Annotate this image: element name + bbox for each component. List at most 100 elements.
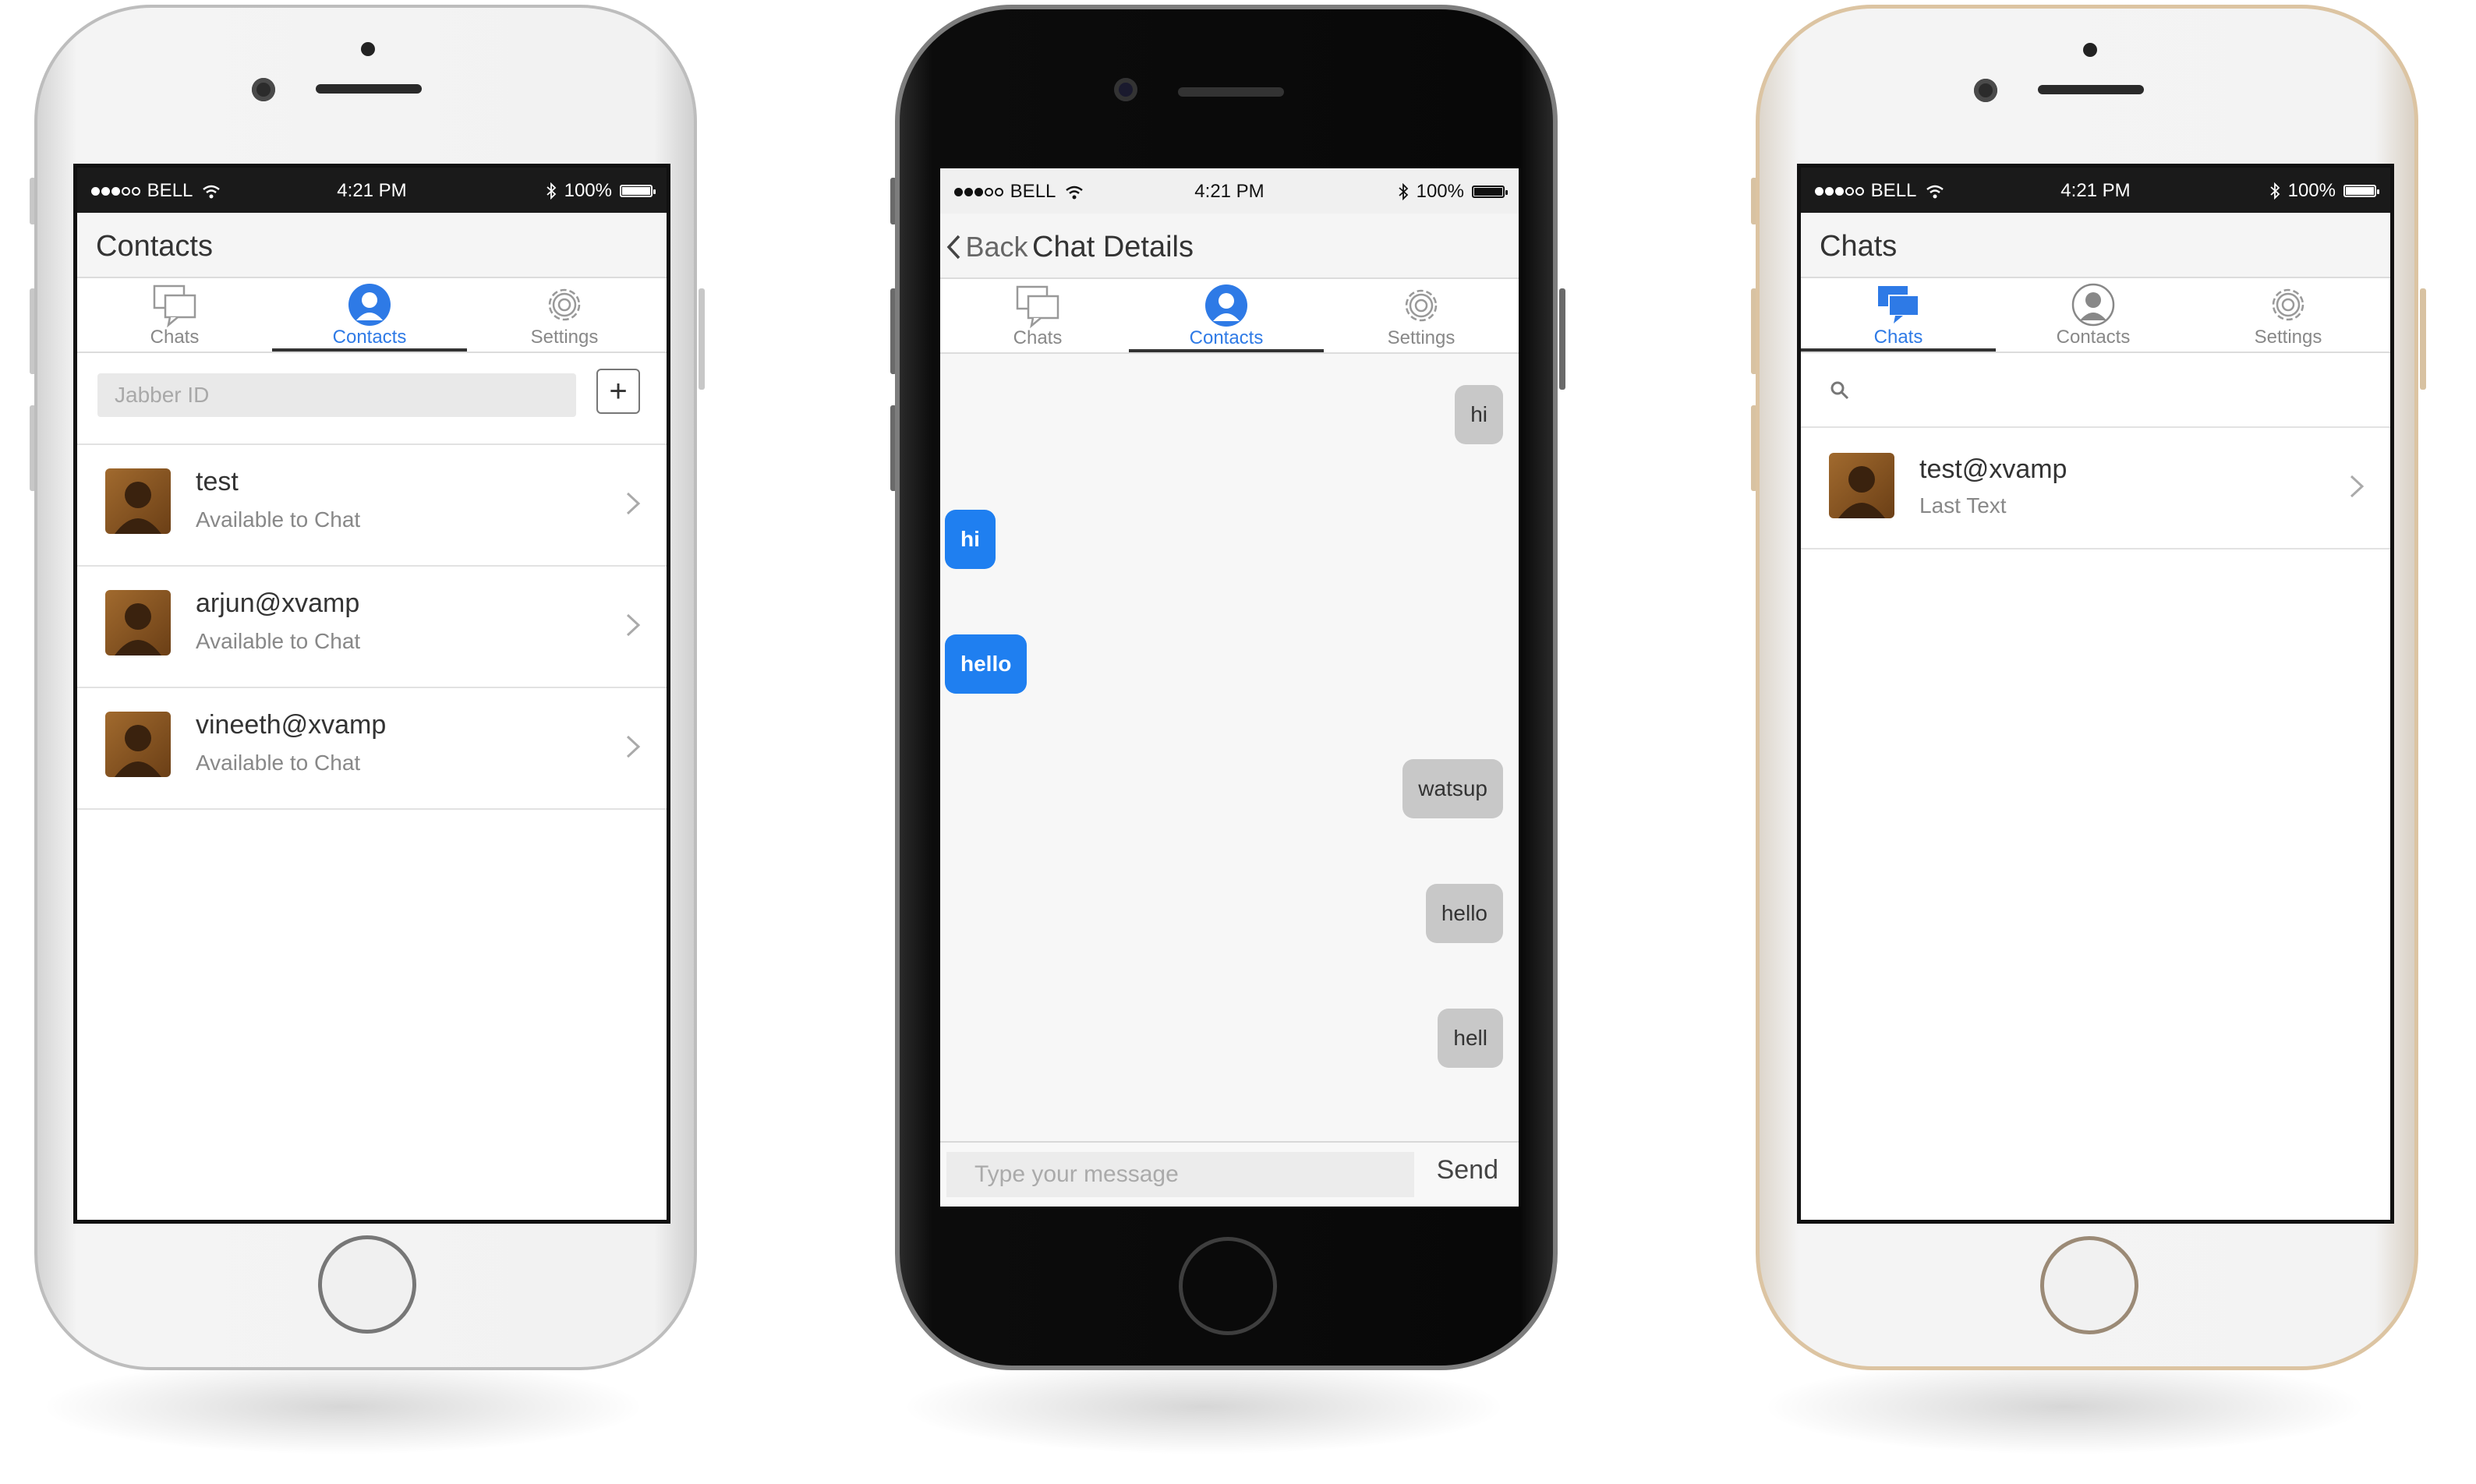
front-camera xyxy=(1114,78,1137,101)
back-label: Back xyxy=(965,231,1028,263)
tab-bar: Chats Contacts Settings xyxy=(940,279,1519,354)
home-button[interactable] xyxy=(1179,1237,1277,1335)
tab-label: Settings xyxy=(1387,327,1456,348)
compose-bar: Send xyxy=(940,1141,1519,1207)
phone-shadow xyxy=(1768,1360,2361,1454)
tab-contacts[interactable]: Contacts xyxy=(1996,278,2191,352)
battery-icon xyxy=(2343,185,2379,197)
contact-name: vineeth@xvamp xyxy=(196,710,387,740)
avatar xyxy=(105,712,171,777)
tab-active-indicator xyxy=(1129,349,1324,352)
chat-last-message: Last Text xyxy=(1919,493,2007,518)
earpiece-speaker xyxy=(1178,87,1284,97)
add-contact-bar: + xyxy=(77,353,667,445)
nav-bar: Back Chat Details xyxy=(940,214,1519,279)
status-bar: BELL 4:21 PM 100% xyxy=(1801,168,2390,213)
message-bubble-incoming: hi xyxy=(1455,385,1503,444)
page-title: Chat Details xyxy=(1032,231,1194,263)
jabber-id-input[interactable] xyxy=(97,373,576,417)
screen-chats: BELL 4:21 PM 100% Chats Chats Contacts S… xyxy=(1797,164,2394,1224)
home-button[interactable] xyxy=(318,1235,416,1334)
gear-icon xyxy=(1405,289,1438,322)
gear-icon xyxy=(548,288,581,321)
status-bar: BELL 4:21 PM 100% xyxy=(940,168,1519,214)
tab-settings[interactable]: Settings xyxy=(467,278,662,352)
contact-row[interactable]: arjun@xvamp Available to Chat xyxy=(77,567,667,688)
earpiece-speaker xyxy=(316,84,422,94)
earpiece-speaker xyxy=(2038,85,2144,94)
search-bar[interactable] xyxy=(1801,353,2390,428)
contact-status: Available to Chat xyxy=(196,507,361,532)
power-button xyxy=(1559,288,1565,390)
front-camera xyxy=(1974,79,1997,102)
tab-label: Chats xyxy=(1873,327,1923,348)
chevron-right-icon xyxy=(626,492,641,515)
chevron-right-icon xyxy=(626,735,641,758)
tab-settings[interactable]: Settings xyxy=(2191,278,2386,352)
chevron-right-icon xyxy=(626,613,641,637)
avatar xyxy=(105,590,171,655)
nav-bar: Chats xyxy=(1801,213,2390,278)
tab-settings[interactable]: Settings xyxy=(1324,279,1519,352)
message-bubble-outgoing: hello xyxy=(945,634,1028,694)
contact-name: test xyxy=(196,467,239,496)
tab-chats[interactable]: Chats xyxy=(940,279,1135,352)
power-button xyxy=(699,288,705,390)
person-icon xyxy=(348,284,391,326)
phone-dark: BELL 4:21 PM 100% Back Chat Details Chat… xyxy=(861,0,1565,1484)
screen-contacts: BELL 4:21 PM 100% Contacts Chats Contact… xyxy=(73,164,670,1224)
battery-percent: 100% xyxy=(1416,181,1464,202)
phone-shadow xyxy=(907,1360,1500,1454)
message-bubble-outgoing: hi xyxy=(945,510,996,569)
phone-gold: BELL 4:21 PM 100% Chats Chats Contacts S… xyxy=(1721,0,2426,1484)
back-button[interactable]: Back xyxy=(945,231,1028,263)
chat-name: test@xvamp xyxy=(1919,454,2067,484)
tab-label: Contacts xyxy=(2056,327,2131,348)
battery-percent: 100% xyxy=(2287,180,2336,201)
status-bar: BELL 4:21 PM 100% xyxy=(77,168,667,213)
proximity-sensor xyxy=(2083,43,2097,57)
message-bubble-incoming: hello xyxy=(1425,884,1503,943)
tab-contacts[interactable]: Contacts xyxy=(1129,279,1324,352)
nav-bar: Contacts xyxy=(77,213,667,278)
page-title: Chats xyxy=(1820,230,1898,263)
contact-row[interactable]: test Available to Chat xyxy=(77,445,667,567)
chats-content: test@xvamp Last Text xyxy=(1801,353,2390,1220)
contact-row[interactable]: vineeth@xvamp Available to Chat xyxy=(77,688,667,810)
search-icon xyxy=(1830,381,1849,400)
chevron-right-icon xyxy=(2350,475,2365,498)
add-contact-button[interactable]: + xyxy=(596,369,640,414)
page-title: Contacts xyxy=(96,230,213,263)
screen-chat-details: BELL 4:21 PM 100% Back Chat Details Chat… xyxy=(940,168,1519,1207)
bluetooth-icon xyxy=(546,182,556,200)
front-camera xyxy=(252,78,275,101)
tab-active-indicator xyxy=(1801,348,1996,352)
battery-percent: 100% xyxy=(564,180,612,201)
person-icon xyxy=(1205,284,1247,327)
bluetooth-icon xyxy=(1399,183,1408,200)
contact-status: Available to Chat xyxy=(196,751,361,775)
send-button[interactable]: Send xyxy=(1437,1155,1498,1185)
tab-label: Contacts xyxy=(1189,327,1264,348)
tab-contacts[interactable]: Contacts xyxy=(272,278,467,352)
chat-bubbles-icon xyxy=(153,284,196,328)
home-button[interactable] xyxy=(2040,1236,2138,1334)
message-input[interactable] xyxy=(946,1152,1414,1197)
chat-row[interactable]: test@xvamp Last Text xyxy=(1801,428,2390,549)
contact-status: Available to Chat xyxy=(196,629,361,653)
gear-icon xyxy=(2272,288,2304,321)
battery-icon xyxy=(620,185,656,197)
tab-chats[interactable]: Chats xyxy=(1801,278,1996,352)
contact-name: arjun@xvamp xyxy=(196,588,360,618)
chat-bubbles-icon xyxy=(1016,285,1059,329)
message-list: hi hi hello watsup hello hell xyxy=(940,354,1519,1141)
tab-label: Settings xyxy=(2254,327,2322,348)
phone-silver: BELL 4:21 PM 100% Contacts Chats Contact… xyxy=(0,0,705,1484)
chevron-left-icon xyxy=(946,235,960,260)
tab-chats[interactable]: Chats xyxy=(77,278,272,352)
tab-label: Contacts xyxy=(332,327,407,348)
contacts-content: + test Available to Chat arjun@xvamp Ava… xyxy=(77,353,667,1220)
power-button xyxy=(2420,288,2426,390)
proximity-sensor xyxy=(361,42,375,56)
tab-bar: Chats Contacts Settings xyxy=(77,278,667,353)
